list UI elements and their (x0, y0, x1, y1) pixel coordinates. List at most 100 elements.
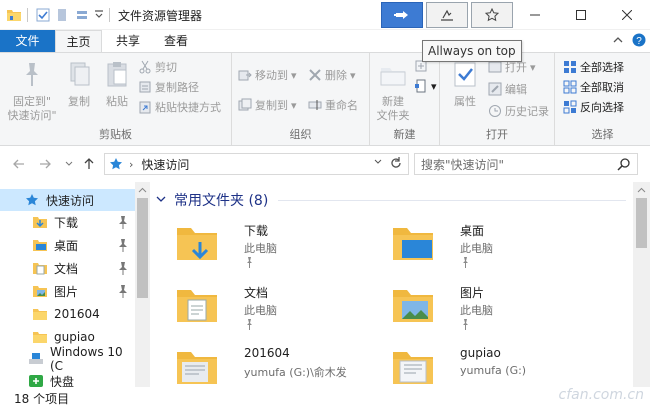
folder-tile-pictures[interactable]: 图片 此电脑 (390, 282, 590, 334)
nav-item-documents[interactable]: 文档 (0, 257, 135, 279)
section-header-frequent-folders[interactable]: 常用文件夹 (8) (156, 190, 626, 210)
select-all-button[interactable]: 全部选择 (563, 58, 624, 76)
tile-location: yumufa (G:)\俞木发 (244, 366, 347, 379)
delete-button[interactable]: 删除 ▾ (308, 66, 356, 84)
divider (278, 199, 626, 201)
folder-icon (6, 7, 22, 23)
pictures-folder-icon (393, 290, 433, 322)
tile-location: 此电脑 (460, 304, 493, 317)
content-scrollbar[interactable] (633, 182, 650, 387)
select-all-icon (564, 61, 576, 73)
desktop-folder-icon (393, 228, 433, 260)
paste-button[interactable]: 粘贴 (100, 59, 134, 109)
edit-icon (488, 82, 502, 96)
favorite-button[interactable] (471, 2, 513, 28)
nav-scrollbar[interactable] (135, 182, 150, 387)
group-label-clipboard: 剪贴板 (99, 128, 132, 141)
quick-access-star-icon (110, 158, 122, 170)
folder-tile-desktop[interactable]: 桌面 此电脑 (390, 220, 590, 272)
documents-folder-icon (33, 263, 47, 275)
invert-selection-button[interactable]: 反向选择 (563, 98, 624, 116)
nav-item-windows-drive[interactable]: Windows 10 (C (0, 345, 135, 373)
close-button[interactable] (604, 0, 650, 30)
properties-quick-icon[interactable] (36, 7, 50, 23)
new-folder-quick-icon[interactable] (57, 7, 67, 23)
nav-scrollbar-thumb[interactable] (137, 198, 148, 298)
tile-name: gupiao (460, 346, 501, 360)
kuaipan-icon (29, 375, 43, 387)
tile-location: 此电脑 (244, 242, 277, 255)
refresh-button[interactable] (389, 156, 403, 173)
breadcrumb-current[interactable]: 快速访问 (141, 156, 189, 173)
tile-name: 下载 (244, 224, 269, 238)
divider (27, 8, 28, 22)
copy-button[interactable]: 复制 (62, 59, 96, 109)
close-icon (622, 10, 632, 20)
search-icon[interactable] (617, 157, 631, 174)
group-select: 全部选择 全部取消 反向选择 选择 (555, 53, 650, 145)
nav-item-201604[interactable]: 201604 (0, 303, 135, 325)
nav-item-downloads[interactable]: 下载 (0, 211, 135, 233)
search-box[interactable]: 搜索"快速访问" (414, 153, 638, 175)
nav-item-pictures[interactable]: 图片 (0, 280, 135, 302)
group-open: 属性 打开 ▾ 编辑 历史记录 打开 (440, 53, 555, 145)
copy-to-icon (238, 98, 252, 111)
group-label-new: 新建 (393, 128, 416, 141)
customize-quick-access-icon[interactable] (94, 7, 104, 23)
chevron-down-icon (374, 159, 382, 164)
tab-home[interactable]: 主页 (55, 30, 102, 52)
tab-view[interactable]: 查看 (156, 30, 196, 52)
address-history-dropdown[interactable] (373, 157, 383, 170)
folder-tile-downloads[interactable]: 下载 此电脑 (174, 220, 374, 272)
content-scrollbar-thumb[interactable] (636, 198, 647, 248)
window-title: 文件资源管理器 (118, 9, 203, 23)
history-button[interactable]: 历史记录 (488, 102, 549, 120)
copy-to-button[interactable]: 复制到 ▾ (238, 96, 297, 114)
pin-icon (119, 285, 127, 298)
select-none-button[interactable]: 全部取消 (563, 78, 624, 96)
navigation-pane: 快速访问 下载 桌面 文档 图片 201604 gupiao Windows 1… (0, 182, 150, 389)
folder-icon (33, 309, 47, 320)
address-field[interactable]: › 快速访问 (104, 153, 409, 175)
forward-button[interactable] (36, 155, 54, 173)
downloads-folder-icon (33, 217, 47, 228)
properties-button[interactable]: 属性 (446, 59, 484, 109)
tab-file[interactable]: 文件 (0, 30, 55, 52)
back-button[interactable] (10, 155, 28, 173)
rename-icon (308, 100, 322, 110)
easy-access-button[interactable]: ▾ (414, 77, 437, 95)
minimize-button[interactable] (512, 0, 558, 30)
transparency-button[interactable] (426, 2, 468, 28)
nav-item-quick-access[interactable]: 快速访问 (0, 189, 135, 211)
up-button[interactable] (80, 155, 98, 173)
tile-location: 此电脑 (460, 242, 493, 255)
scroll-up-icon (138, 185, 147, 194)
minimize-ribbon-icon[interactable] (612, 34, 624, 49)
cut-button[interactable]: 剪切 (138, 58, 177, 76)
rename-button[interactable]: 重命名 (308, 96, 358, 114)
paste-shortcut-button[interactable]: 粘贴快捷方式 (138, 98, 221, 116)
copy-icon (70, 62, 90, 86)
new-folder-button[interactable]: 新建 文件夹 (374, 59, 412, 123)
desktop-folder-icon (33, 240, 47, 251)
minimize-icon (530, 14, 540, 16)
move-to-button[interactable]: 移动到 ▾ (238, 66, 297, 84)
pin-icon (119, 262, 127, 275)
always-on-top-button[interactable] (381, 2, 423, 28)
copy-path-button[interactable]: 复制路径 (138, 78, 199, 96)
pin-to-quick-access-button[interactable]: 固定到" 快速访问" (6, 59, 58, 123)
back-arrow-icon (13, 159, 24, 169)
folder-tile-documents[interactable]: 文档 此电脑 (174, 282, 374, 334)
rename-quick-icon[interactable] (76, 7, 90, 23)
edit-button[interactable]: 编辑 (488, 80, 527, 98)
pin-icon (463, 319, 468, 330)
nav-item-desktop[interactable]: 桌面 (0, 234, 135, 256)
recent-locations-button[interactable] (60, 155, 78, 173)
tab-share[interactable]: 共享 (108, 30, 148, 52)
transparency-icon (441, 9, 453, 21)
maximize-button[interactable] (558, 0, 604, 30)
properties-icon (454, 62, 476, 87)
refresh-icon (391, 157, 401, 168)
search-input[interactable]: 搜索"快速访问" (421, 156, 504, 173)
help-icon[interactable]: ? (632, 33, 646, 50)
